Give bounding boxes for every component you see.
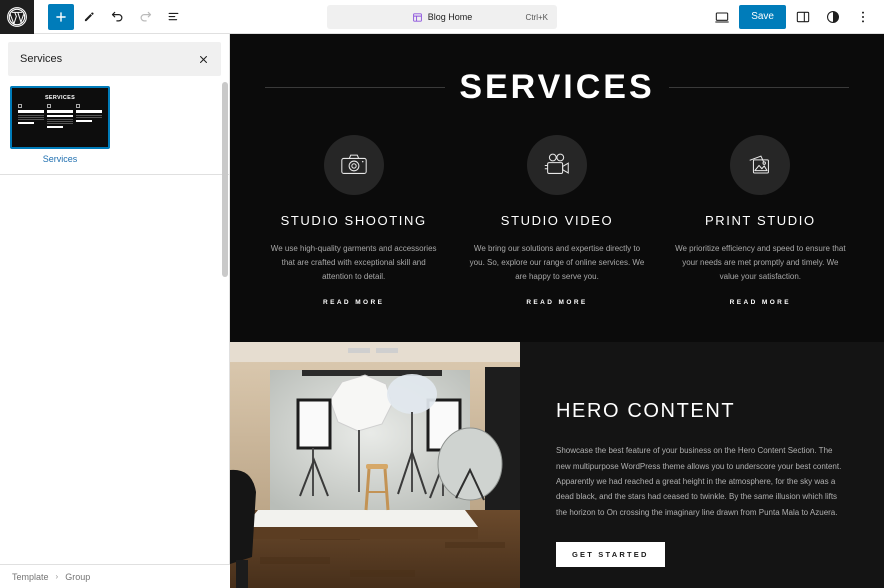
pattern-thumb-line — [76, 114, 102, 116]
services-title: SERVICES — [459, 68, 655, 106]
search-input[interactable] — [20, 53, 193, 65]
heading-rule-left — [265, 87, 446, 88]
services-columns: STUDIO SHOOTING We use high-quality garm… — [230, 107, 884, 306]
pattern-thumb-button — [18, 121, 34, 124]
command-bar-shortcut: Ctrl+K — [525, 12, 548, 22]
pattern-thumb-line — [47, 119, 73, 120]
pattern-thumb-heading — [18, 110, 44, 113]
camera-icon — [323, 135, 384, 195]
pattern-thumb-icon — [76, 104, 80, 108]
pattern-thumb-button — [47, 126, 63, 129]
editor-canvas[interactable]: SERVICES STUDIO SHOOTING We use high-qua… — [230, 34, 884, 588]
add-block-button[interactable] — [48, 3, 74, 30]
hero-content-column: HERO CONTENT Showcase the best feature o… — [520, 342, 884, 588]
pattern-thumbnail[interactable]: SERVICES — [10, 86, 110, 149]
pattern-thumb-column — [47, 104, 73, 129]
breadcrumb-item-group[interactable]: Group — [65, 572, 90, 582]
video-camera-icon — [526, 135, 587, 195]
photo-stack-icon — [730, 135, 791, 195]
pattern-thumb-heading — [76, 110, 102, 113]
pattern-thumb-heading — [47, 110, 73, 113]
pattern-thumb-icon — [47, 104, 51, 108]
service-title: STUDIO VIDEO — [500, 213, 614, 228]
redo-button[interactable] — [132, 4, 158, 30]
settings-sidebar-icon[interactable] — [790, 4, 816, 30]
template-icon — [412, 12, 423, 23]
command-bar-label: Blog Home — [427, 12, 473, 22]
service-title: STUDIO SHOOTING — [280, 213, 427, 228]
hero-studio-image — [230, 342, 520, 588]
command-center-bar[interactable]: Blog Home Ctrl+K — [327, 5, 557, 29]
read-more-link[interactable]: READ MORE — [459, 299, 654, 306]
editor-app: Blog Home Ctrl+K Save Services SERVICES … — [0, 0, 884, 588]
styles-contrast-icon[interactable] — [820, 4, 846, 30]
search-area — [0, 34, 229, 76]
block-inserter-panel: SERVICES — [0, 34, 230, 588]
pattern-thumb-line — [18, 118, 44, 120]
more-options-icon[interactable] — [850, 4, 876, 30]
breadcrumb-separator: › — [55, 572, 59, 581]
sidebar-divider — [0, 174, 229, 175]
pattern-thumb-title: SERVICES — [44, 95, 76, 101]
pattern-thumb-column — [76, 104, 102, 128]
pattern-label: Services — [42, 154, 78, 164]
hero-title: HERO CONTENT — [556, 400, 736, 423]
sidebar-scrollbar[interactable] — [222, 82, 228, 277]
hero-section[interactable]: HERO CONTENT Showcase the best feature o… — [230, 342, 884, 588]
read-more-link[interactable]: READ MORE — [663, 299, 858, 306]
pattern-thumb-columns — [16, 104, 104, 129]
pattern-thumb-column — [18, 104, 44, 128]
breadcrumb-bar: Template › Group — [0, 564, 230, 588]
edit-tool-button[interactable] — [76, 4, 102, 30]
pattern-thumb-line — [18, 116, 44, 118]
breadcrumb-item-template[interactable]: Template — [12, 572, 49, 582]
toolbar-left-group — [34, 3, 186, 30]
get-started-button[interactable]: GET STARTED — [556, 542, 665, 568]
services-heading-row: SERVICES — [230, 68, 884, 107]
service-description: We bring our solutions and expertise dir… — [469, 244, 645, 281]
toolbar-right-group: Save — [709, 4, 884, 30]
pattern-thumb-line — [47, 121, 73, 123]
clear-search-button[interactable] — [193, 49, 213, 69]
service-column-studio-video[interactable]: STUDIO VIDEO We bring our solutions and … — [459, 135, 654, 306]
service-description: We use high-quality garments and accesso… — [270, 244, 437, 281]
pattern-thumb-line — [18, 114, 44, 116]
save-button[interactable]: Save — [739, 4, 786, 29]
service-column-print-studio[interactable]: PRINT STUDIO We prioritize efficiency an… — [663, 135, 858, 306]
read-more-link[interactable]: READ MORE — [256, 299, 451, 306]
pattern-thumb-line — [47, 123, 73, 125]
pattern-card-services[interactable]: SERVICES Services — [10, 86, 110, 164]
wordpress-logo-icon[interactable] — [0, 0, 34, 34]
pattern-results: SERVICES Services — [0, 76, 229, 164]
hero-paragraph: Showcase the best feature of your busine… — [556, 446, 842, 517]
service-title: PRINT STUDIO — [704, 213, 816, 228]
undo-button[interactable] — [104, 4, 130, 30]
heading-rule-right — [668, 87, 849, 88]
service-description: We prioritize efficiency and speed to en… — [675, 244, 846, 281]
pattern-thumb-line — [76, 116, 102, 118]
search-box[interactable] — [8, 42, 221, 76]
desktop-preview-icon[interactable] — [709, 4, 735, 30]
list-view-button[interactable] — [160, 4, 186, 30]
pattern-thumb-heading — [47, 114, 73, 117]
service-column-studio-shooting[interactable]: STUDIO SHOOTING We use high-quality garm… — [256, 135, 451, 306]
services-section[interactable]: SERVICES STUDIO SHOOTING We use high-qua… — [230, 34, 884, 343]
editor-body: SERVICES — [0, 34, 884, 588]
editor-top-bar: Blog Home Ctrl+K Save — [0, 0, 884, 34]
pattern-thumb-button — [76, 119, 92, 122]
pattern-thumb-icon — [18, 104, 22, 108]
